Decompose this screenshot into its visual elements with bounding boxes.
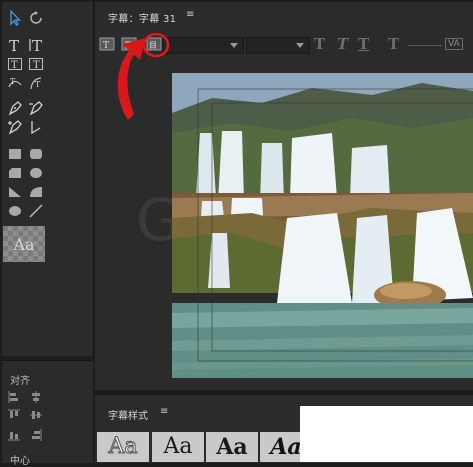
svg-text:T: T	[10, 77, 16, 86]
kerning-button[interactable]: T	[388, 35, 399, 53]
rectangle-tool-icon[interactable]	[5, 145, 25, 163]
title-styles-title: 字幕样式	[108, 411, 148, 422]
style-sample[interactable]: Aa	[152, 432, 204, 462]
style-sample-text: Aa	[216, 434, 248, 460]
align-right-icon[interactable]	[30, 426, 42, 441]
svg-text:T: T	[32, 37, 42, 53]
rotation-tool-icon[interactable]	[26, 9, 46, 27]
rounded-corner-rectangle-tool-icon[interactable]	[26, 164, 46, 182]
kerning-slider-line[interactable]	[408, 45, 442, 46]
clipped-corner-rectangle-tool-icon[interactable]	[5, 164, 25, 182]
style-sample[interactable]: Aa	[206, 432, 258, 462]
font-style-dropdown[interactable]	[246, 37, 310, 54]
selection-tool-icon[interactable]	[5, 9, 25, 27]
styles-menu-icon[interactable]: ≡	[160, 406, 168, 417]
arc-tool-icon[interactable]	[26, 183, 46, 201]
svg-text:T: T	[9, 37, 19, 53]
panel-menu-icon[interactable]: ≡	[186, 9, 194, 20]
convert-anchor-tool-icon[interactable]	[26, 118, 46, 136]
vertical-path-type-tool-icon[interactable]: T	[26, 74, 46, 92]
chevron-down-icon	[230, 43, 238, 48]
align-left-icon[interactable]	[8, 388, 20, 403]
rounded-rectangle-tool-icon[interactable]	[26, 145, 46, 163]
svg-text:T: T	[11, 60, 18, 71]
line-tool-icon[interactable]	[26, 202, 46, 220]
ellipse-tool-icon[interactable]	[5, 202, 25, 220]
align-bottom-icon[interactable]	[8, 426, 20, 441]
type-tool-icon[interactable]: T	[5, 36, 25, 54]
wedge-tool-icon[interactable]	[5, 183, 25, 201]
red-annotation-arrow-icon	[117, 32, 170, 120]
style-sample[interactable]: Aa	[97, 432, 149, 462]
path-type-tool-icon[interactable]: T	[5, 74, 25, 92]
align-horizontal-center-icon[interactable]	[30, 388, 42, 403]
add-anchor-tool-icon[interactable]	[5, 118, 25, 136]
center-section-label: 中心	[10, 456, 30, 467]
current-style-swatch[interactable]: Aa	[3, 226, 45, 262]
vertical-area-type-tool-icon[interactable]: T	[26, 55, 46, 73]
panel-title: 字幕：字幕 31	[108, 14, 177, 25]
svg-text:T: T	[33, 60, 40, 71]
style-sample-text: Aa	[270, 434, 302, 460]
bold-button[interactable]: T	[314, 35, 325, 53]
blank-overlay-region	[300, 406, 473, 462]
tracking-button[interactable]: VA	[445, 38, 463, 50]
svg-text:T: T	[35, 80, 41, 89]
delete-anchor-tool-icon[interactable]	[26, 99, 46, 117]
chevron-down-icon	[296, 43, 304, 48]
style-sample-text: Aa	[108, 434, 138, 460]
italic-button[interactable]: T	[337, 35, 348, 53]
underline-button[interactable]: T	[358, 35, 369, 53]
vertical-type-tool-icon[interactable]: T	[26, 36, 46, 54]
area-type-tool-icon[interactable]: T	[5, 55, 25, 73]
waterfall-background-image	[172, 73, 473, 378]
align-panel-title: 对齐	[10, 376, 30, 387]
style-sample-text: Aa	[163, 434, 193, 459]
align-vertical-center-icon[interactable]	[30, 406, 42, 419]
pen-tool-icon[interactable]	[5, 99, 25, 117]
align-top-icon[interactable]	[8, 406, 20, 418]
